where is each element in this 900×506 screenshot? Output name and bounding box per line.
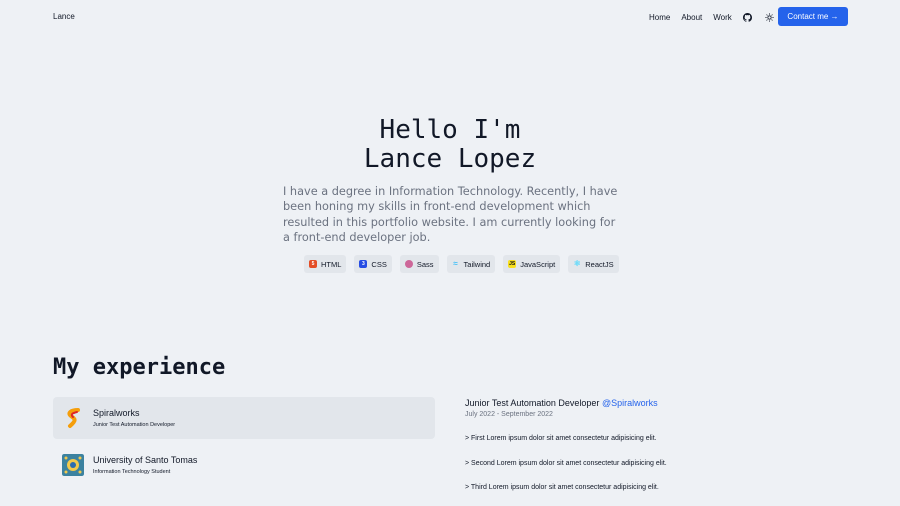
detail-point: > First Lorem ipsum dolor sit amet conse…: [465, 435, 657, 442]
skills-list: 5 HTML 3 CSS Sass ≈ Tailwind JS JavaScri…: [304, 255, 627, 273]
contact-me-button[interactable]: Contact me →: [778, 7, 848, 26]
experience-role: Information Technology Student: [93, 469, 171, 475]
experience-heading: My experience: [53, 355, 226, 380]
tailwind-icon: ≈: [453, 259, 458, 268]
skill-tailwind: ≈ Tailwind: [446, 255, 496, 273]
nav-work-link[interactable]: Work: [713, 13, 732, 22]
hero-title: Hello I'm Lance Lopez: [0, 116, 900, 174]
hero-title-line1: Hello I'm: [379, 115, 521, 145]
detail-company-link[interactable]: @Spiralworks: [602, 398, 658, 408]
experience-company: University of Santo Tomas: [93, 455, 198, 465]
skill-sass: Sass: [399, 255, 439, 273]
experience-item-text: Spiralworks Junior Test Automation Devel…: [93, 408, 175, 428]
skill-label: CSS: [371, 259, 387, 269]
javascript-icon: JS: [508, 260, 517, 268]
brand-logo[interactable]: Lance: [53, 12, 75, 21]
experience-item-spiralworks[interactable]: Spiralworks Junior Test Automation Devel…: [53, 397, 435, 439]
sun-icon[interactable]: [765, 12, 775, 22]
skill-html: 5 HTML: [304, 255, 347, 273]
sass-icon: [404, 260, 413, 268]
react-icon: ⚛: [573, 259, 581, 268]
skill-label: ReactJS: [585, 259, 614, 269]
skill-javascript: JS JavaScript: [503, 255, 561, 273]
experience-item-ust[interactable]: University of Santo Tomas Information Te…: [53, 444, 435, 486]
experience-role: Junior Test Automation Developer: [93, 422, 176, 428]
top-navbar: Lance Home About Work Contact me →: [0, 0, 900, 34]
nav-links: Home About Work: [649, 12, 787, 22]
detail-point: > Third Lorem ipsum dolor sit amet conse…: [465, 484, 659, 491]
detail-job-title: Junior Test Automation Developer: [465, 398, 600, 408]
nav-about-link[interactable]: About: [681, 13, 702, 22]
skill-label: HTML: [321, 259, 342, 269]
skill-react: ⚛ ReactJS: [568, 255, 619, 273]
hero-description: I have a degree in Information Technolog…: [283, 185, 618, 245]
experience-detail: Junior Test Automation Developer @Spiral…: [465, 398, 865, 491]
experience-item-text: University of Santo Tomas Information Te…: [93, 455, 197, 475]
detail-heading: Junior Test Automation Developer @Spiral…: [465, 398, 865, 408]
skill-label: Tailwind: [463, 259, 491, 269]
detail-point: > Second Lorem ipsum dolor sit amet cons…: [465, 460, 667, 467]
hero-title-line2: Lance Lopez: [363, 144, 537, 174]
spiralworks-logo-icon: [67, 408, 80, 428]
skill-label: Sass: [416, 259, 434, 269]
skill-label: JavaScript: [520, 259, 556, 269]
experience-company: Spiralworks: [93, 408, 140, 418]
ust-logo-icon: [62, 454, 84, 476]
skill-css: 3 CSS: [354, 255, 392, 273]
nav-home-link[interactable]: Home: [649, 13, 670, 22]
detail-dates: July 2022 - September 2022: [465, 411, 553, 418]
html5-icon: 5: [309, 260, 317, 268]
github-icon[interactable]: [743, 12, 753, 22]
css3-icon: 3: [359, 260, 368, 268]
